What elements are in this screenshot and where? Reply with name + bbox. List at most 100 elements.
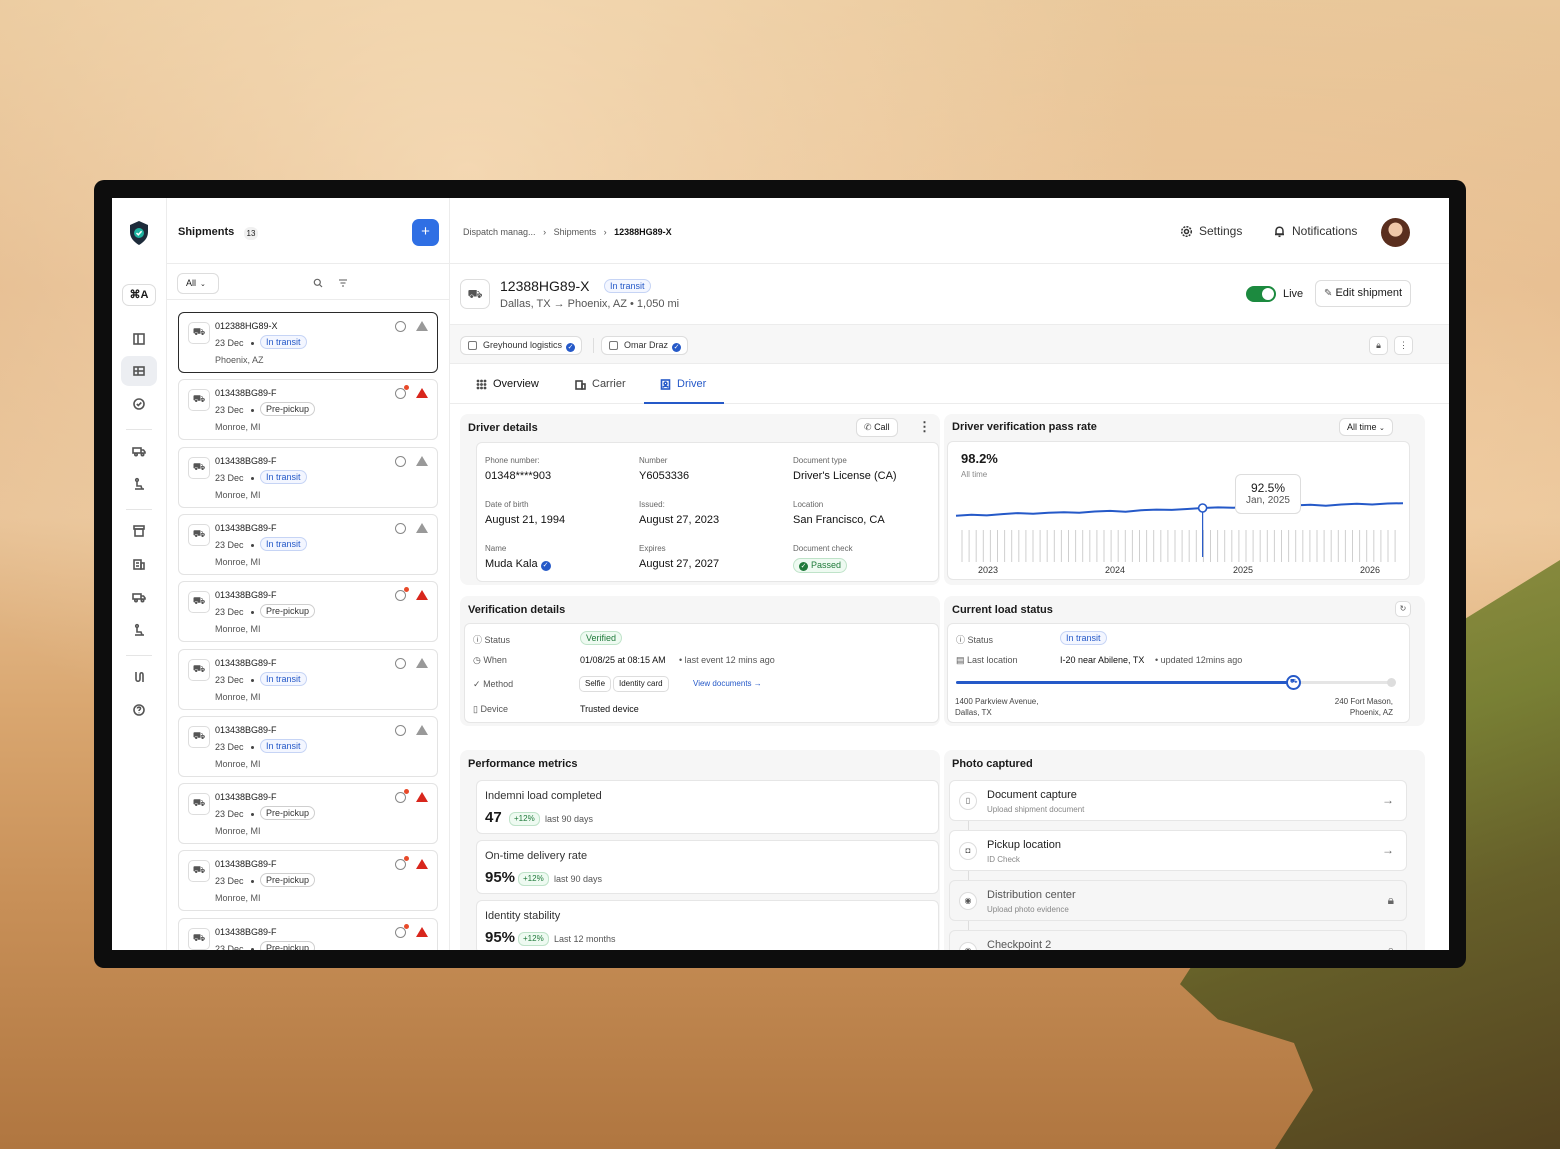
status-badge: In transit [260,671,307,686]
field-label: Phone number: [485,456,540,465]
shipment-card-id: 013438BG89-F [215,388,277,399]
metric-value: 95% [485,929,516,946]
carrier-chip[interactable]: Greyhound logistics ✓ [460,336,583,355]
photo-step[interactable]: ◉ Checkpoint 2 🔒︎ [949,930,1407,950]
status-badge: In transit [260,469,307,484]
shipment-card[interactable]: ⛟013438BG89-F23 DecPre-pickupMonroe, MI [178,917,438,950]
chart-tooltip: 92.5% Jan, 2025 [1235,474,1301,514]
status-badge: In transit [260,738,307,753]
add-shipment-button[interactable]: + [412,219,439,246]
command-shortcut-button[interactable]: ⌘A [122,284,156,306]
tab-bar: Overview Carrier Driver [450,364,1449,404]
progress-fill [956,681,1294,684]
truck-icon[interactable] [121,436,157,466]
shipment-id: 12388HG89-X [500,278,590,294]
tab-carrier[interactable]: Carrier [575,378,626,390]
user-alert-icon [395,724,406,736]
truck-icon: ⛟ [188,456,210,479]
help-icon[interactable] [121,695,157,725]
person-lift-icon[interactable] [121,615,157,645]
call-label: Call [874,422,890,432]
photo-step[interactable]: ◘ Pickup location ID Check → [949,830,1407,871]
shipment-card[interactable]: ⛟ 013438BG89-F 23 Dec In transit Monroe, MI [178,513,438,575]
icon-rail: ⌘A [112,198,167,950]
field-value: August 27, 2023 [639,514,720,526]
photo-step[interactable]: ▯ Document capture Upload shipment documen… [949,780,1407,821]
more-icon[interactable]: ⋮ [1394,336,1413,355]
driver-chip[interactable]: Omar Draz ✓ [601,336,689,355]
field-value: Y6053336 [639,470,690,482]
panel-title: Photo captured [952,758,1033,770]
warning-icon [416,388,428,399]
clock-icon: ◷ [473,655,481,665]
more-icon[interactable]: ⋮ [918,419,931,435]
truck-icon[interactable] [121,582,157,612]
check-circle-icon[interactable] [121,389,157,419]
refresh-icon[interactable]: ↻ [1395,601,1411,617]
field-label: Document check [793,544,853,553]
shipment-card[interactable]: ⛟ 012388HG89-X 23 Dec In transit Phoenix, AZ [178,312,438,373]
archive-icon[interactable] [121,516,157,546]
live-toggle[interactable]: Live [1246,286,1303,302]
list-toolbar: All ⌄ [167,264,449,300]
location-value: I-20 near Abilene, TX [1060,655,1145,665]
filter-icon[interactable] [338,278,348,288]
lock-icon[interactable]: 🔒︎ [1369,336,1388,355]
shipment-card[interactable]: ⛟ 013438BG89-F 23 Dec In transit Monroe, MI [178,648,438,710]
avatar[interactable] [1381,218,1410,247]
filter-dropdown[interactable]: All ⌄ [177,273,219,294]
photo-step[interactable]: ◉ Distribution center Upload photo evidenc… [949,880,1407,921]
truck-icon[interactable]: ⛟ [1286,675,1302,690]
panel-title: Current load status [952,604,1053,616]
separator-dot [251,611,254,615]
warning-icon [416,590,428,601]
shipment-card-date: 23 Dec [215,607,244,618]
driver-name: Muda Kala ✓ [485,558,551,571]
view-documents-link[interactable]: View documents → [693,679,762,688]
shipment-route: Dallas, TX → Phoenix, AZ • 1,050 mi [500,298,680,310]
field-value: Driver's License (CA) [793,470,897,482]
shipments-icon[interactable] [121,356,157,386]
metric-card: On-time delivery rate 95% +12% last 90 days [476,840,939,894]
tab-driver[interactable]: Driver [660,378,706,390]
camera-icon: ◉ [959,942,977,950]
pass-rate-chart[interactable]: 2023 2024 2025 2026 [948,442,1411,581]
verification-details-panel: Verification details ⓘ Status Verified ◷… [460,596,940,726]
edit-shipment-button[interactable]: ✎ Edit shipment [1315,280,1412,307]
route-icon[interactable] [121,662,157,692]
shipment-card[interactable]: ⛟013438BG89-F23 DecPre-pickupMonroe, MI [178,379,438,441]
shipment-card[interactable]: ⛟013438BG89-F23 DecPre-pickupMonroe, MI [178,850,438,912]
breadcrumb-item[interactable]: Dispatch manag... [463,227,536,237]
shipment-card-date: 23 Dec [215,943,244,950]
shipment-card[interactable]: ⛟013438BG89-F23 DecPre-pickupMonroe, MI [178,581,438,643]
tab-label: Driver [677,378,707,390]
notifications-button[interactable]: Notifications [1273,224,1357,238]
main-content: Dispatch manag... › Shipments › 12388HG8… [450,198,1449,950]
row-label: When [483,655,507,665]
call-button[interactable]: ✆ Call [856,418,898,437]
range-dropdown[interactable]: All time ⌄ [1339,418,1393,436]
destination-address: 240 Fort Mason, Phoenix, AZ [1335,696,1393,718]
carrier-chip-label: Greyhound logistics [483,340,563,350]
field-label: Number [639,456,668,465]
shipment-card[interactable]: ⛟ 013438BG89-F 23 Dec In transit Monroe, MI [178,715,438,777]
breadcrumb-item[interactable]: Shipments [554,227,597,237]
photo-step-name: Pickup location [987,839,1061,851]
building-icon[interactable] [121,549,157,579]
tab-overview[interactable]: Overview [476,378,539,390]
separator-dot [251,880,254,884]
row-label: Last location [967,655,1018,665]
live-toggle-switch[interactable] [1246,286,1276,302]
separator-dot [251,678,254,682]
search-icon[interactable] [313,278,323,288]
person-lift-icon[interactable] [121,469,157,499]
shipment-card[interactable]: ⛟ 013438BG89-F 23 Dec In transit Monroe, MI [178,446,438,508]
verified-badge: Verified [580,631,623,645]
driver-details-panel: Driver details ✆ Call ⋮ Phone number: 01… [460,414,940,585]
layout-icon[interactable] [121,324,157,354]
user-alert-icon [395,321,406,332]
chart-highlight-point[interactable] [1197,503,1208,513]
load-status-card: ⓘ Status In transit ▤ Last location I-20… [947,623,1410,723]
shipment-card[interactable]: ⛟013438BG89-F23 DecPre-pickupMonroe, MI [178,783,438,845]
settings-button[interactable]: Settings [1180,224,1242,238]
